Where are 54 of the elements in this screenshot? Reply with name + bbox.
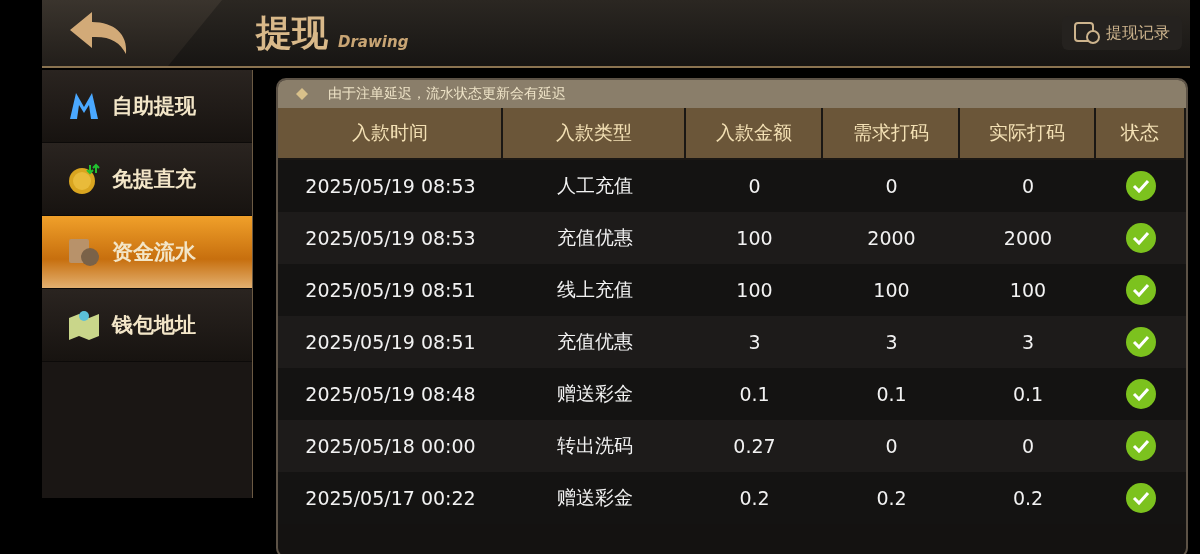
table-cell-text: 充值优惠 bbox=[556, 329, 633, 354]
coin-icon bbox=[68, 163, 100, 195]
table-cell: 0.1 bbox=[1012, 383, 1044, 405]
table-cell-text: 赠送彩金 bbox=[556, 485, 633, 510]
ledger-coin-icon bbox=[68, 237, 100, 267]
table-cell-text: 充值优惠 bbox=[556, 225, 633, 250]
sidebar-item[interactable]: 免提直充 bbox=[42, 143, 252, 216]
table-cell: 100 bbox=[736, 279, 773, 301]
diamond-icon bbox=[296, 88, 308, 100]
table-cell: 2025/05/19 08:53 bbox=[305, 227, 476, 249]
record-icon bbox=[1074, 22, 1100, 44]
table-cell: 2025/05/18 00:00 bbox=[305, 435, 476, 457]
table-cell: 0.27 bbox=[733, 435, 776, 457]
column-header: 入款时间 bbox=[278, 108, 503, 160]
column-header: 需求打码 bbox=[823, 108, 960, 160]
table-cell: 0.2 bbox=[1012, 487, 1044, 509]
table-cell: 2000 bbox=[867, 227, 916, 249]
column-header: 入款金额 bbox=[686, 108, 823, 160]
table-cell: 2025/05/17 00:22 bbox=[305, 487, 476, 509]
sidebar-item[interactable]: 钱包地址 bbox=[42, 289, 252, 362]
notice-text: 由于注单延迟，流水状态更新会有延迟 bbox=[328, 85, 566, 103]
column-header: 状态 bbox=[1096, 108, 1186, 160]
table-cell: 100 bbox=[873, 279, 910, 301]
table-cell: 2000 bbox=[1003, 227, 1053, 249]
sidebar-item[interactable]: 自助提现 bbox=[42, 70, 252, 143]
table-cell: 0 bbox=[885, 435, 898, 457]
letter-m-icon bbox=[68, 91, 100, 121]
table-cell: 0 bbox=[748, 175, 761, 197]
table-cell: 3 bbox=[1021, 331, 1035, 353]
table-cell: 0.1 bbox=[876, 383, 907, 405]
table-cell-text: 线上充值 bbox=[556, 277, 633, 302]
column-header: 入款类型 bbox=[503, 108, 686, 160]
back-button[interactable] bbox=[42, 0, 222, 66]
table-cell: 0.1 bbox=[739, 383, 770, 405]
table-cell-text: 人工充值 bbox=[556, 173, 633, 198]
table-cell: 2025/05/19 08:53 bbox=[305, 175, 476, 197]
table-cell: 2025/05/19 08:51 bbox=[305, 279, 476, 301]
table-cell-text: 转出洗码 bbox=[556, 433, 633, 458]
table-cell: 100 bbox=[1009, 279, 1047, 301]
page-title: 提现 bbox=[256, 10, 328, 55]
table-cell: 2025/05/19 08:51 bbox=[305, 331, 476, 353]
table-cell-text: 赠送彩金 bbox=[556, 381, 633, 406]
map-pin-icon bbox=[68, 310, 100, 340]
table-cell: 0.2 bbox=[739, 487, 770, 509]
table-cell: 0 bbox=[1021, 435, 1035, 457]
table-cell: 3 bbox=[748, 331, 761, 353]
column-header: 实际打码 bbox=[960, 108, 1096, 160]
page-subtitle: Drawing bbox=[338, 33, 409, 51]
table-cell: 0.2 bbox=[876, 487, 907, 509]
table-cell: 0 bbox=[1021, 175, 1035, 197]
table-cell: 3 bbox=[885, 331, 898, 353]
table-cell: 100 bbox=[736, 227, 773, 249]
table-cell: 2025/05/19 08:48 bbox=[305, 383, 476, 405]
table-cell: 0 bbox=[885, 175, 898, 197]
